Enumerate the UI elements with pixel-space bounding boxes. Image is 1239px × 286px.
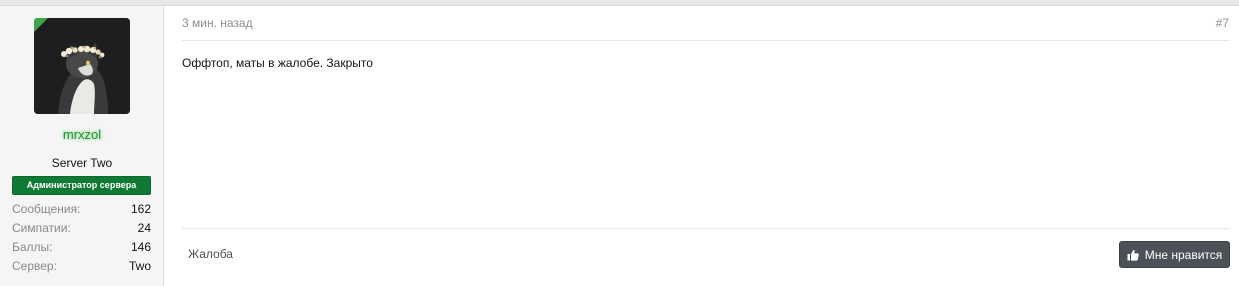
user-panel: mrxzol Server Two Администратор сервера … (0, 6, 164, 286)
user-stats: Сообщения: 162 Симпатии: 24 Баллы: 146 С… (12, 200, 151, 276)
post-footer: Жалоба Мне нравится (182, 228, 1230, 286)
stat-label: Симпатии: (12, 221, 71, 235)
stat-row-likes: Симпатии: 24 (12, 219, 151, 238)
stat-row-messages: Сообщения: 162 (12, 200, 151, 219)
stat-value: 24 (137, 221, 151, 235)
post-number-link[interactable]: #7 (1216, 16, 1229, 30)
like-button-label: Мне нравится (1144, 247, 1223, 262)
cat-with-flower-crown-image (34, 18, 130, 114)
stat-value: 162 (130, 202, 151, 216)
stat-label: Баллы: (12, 240, 53, 254)
stat-value: Two (128, 259, 151, 273)
role-banner: Администратор сервера (12, 176, 151, 195)
post-content: 3 мин. назад #7 Оффтоп, маты в жалобе. З… (182, 6, 1230, 286)
report-link[interactable]: Жалоба (188, 247, 233, 261)
like-button[interactable]: Мне нравится (1119, 241, 1230, 268)
username-link[interactable]: mrxzol (0, 127, 164, 142)
post-timestamp[interactable]: 3 мин. назад (182, 16, 253, 30)
online-status-badge (34, 18, 48, 32)
user-title: Server Two (51, 156, 113, 170)
stat-label: Сообщения: (12, 202, 81, 216)
thumbs-up-icon (1127, 249, 1139, 261)
avatar[interactable] (34, 18, 130, 114)
avatar-link[interactable] (34, 18, 130, 114)
post-meta: 3 мин. назад #7 (182, 6, 1229, 41)
post-message: Оффтоп, маты в жалобе. Закрыто (182, 56, 373, 70)
stat-value: 146 (130, 240, 151, 254)
stat-row-points: Баллы: 146 (12, 238, 151, 257)
stat-row-server: Сервер: Two (12, 257, 151, 276)
stat-label: Сервер: (12, 259, 57, 273)
